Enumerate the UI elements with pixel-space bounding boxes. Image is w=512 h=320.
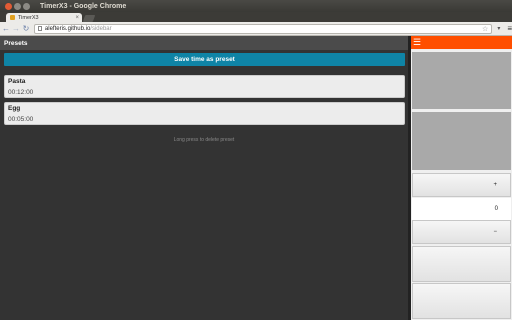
tab-strip: TimerX3 × — [0, 12, 512, 22]
new-tab-button[interactable] — [82, 15, 96, 22]
tab-close-icon[interactable]: × — [75, 15, 79, 21]
display-block — [412, 52, 511, 109]
increment-button[interactable]: + — [412, 173, 511, 197]
action-button[interactable] — [412, 246, 511, 282]
panel-header: ☰ — [411, 36, 512, 49]
minimize-window-button[interactable] — [14, 2, 21, 10]
browser-toolbar: ← → ↻ alefteris.github.io /sidebar ☆ ▾ ≡ — [0, 22, 512, 36]
display-block — [412, 112, 511, 170]
window-titlebar: TimerX3 - Google Chrome — [0, 0, 512, 12]
plus-label: + — [493, 182, 497, 188]
value-display: 0 — [412, 198, 511, 220]
hamburger-menu-icon[interactable]: ☰ — [413, 38, 421, 47]
delete-hint: Long press to delete preset — [173, 137, 235, 143]
minus-label: − — [493, 229, 497, 235]
reload-icon[interactable]: ↻ — [22, 24, 30, 33]
window-title: TimerX3 - Google Chrome — [40, 2, 127, 10]
bookmark-star-icon[interactable]: ☆ — [482, 25, 488, 33]
save-preset-button[interactable]: Save time as preset — [4, 53, 405, 66]
presets-sidebar: Presets Save time as preset Pasta 00:12:… — [0, 36, 408, 320]
page-icon — [37, 26, 42, 31]
chrome-menu-icon[interactable]: ≡ — [507, 24, 512, 33]
sidebar-header: Presets — [0, 36, 408, 50]
url-host: alefteris.github.io — [44, 25, 91, 32]
decrement-button[interactable]: − — [412, 220, 511, 244]
close-window-button[interactable] — [5, 2, 12, 10]
app-content: Presets Save time as preset Pasta 00:12:… — [0, 36, 512, 320]
favicon-icon — [10, 15, 15, 20]
preset-name: Pasta — [8, 78, 26, 85]
forward-icon[interactable]: → — [12, 24, 20, 33]
extension-dropdown-icon[interactable]: ▾ — [497, 25, 500, 32]
tab-title: TimerX3 — [18, 14, 39, 21]
maximize-window-button[interactable] — [23, 2, 30, 10]
preset-item[interactable]: Egg 00:05:00 — [4, 102, 405, 125]
sidebar-title: Presets — [4, 39, 28, 47]
browser-tab[interactable]: TimerX3 × — [6, 13, 82, 22]
url-path: /sidebar — [90, 25, 112, 32]
preset-item[interactable]: Pasta 00:12:00 — [4, 75, 405, 98]
window-controls — [0, 2, 30, 10]
preset-time: 00:05:00 — [8, 116, 34, 123]
back-icon[interactable]: ← — [2, 24, 10, 33]
value-text: 0 — [494, 206, 498, 212]
action-button[interactable] — [412, 283, 511, 319]
preset-time: 00:12:00 — [8, 89, 34, 96]
address-bar[interactable]: alefteris.github.io /sidebar ☆ — [33, 23, 493, 34]
preset-name: Egg — [8, 105, 21, 112]
timer-panel: ☰ + 0 − — [411, 36, 512, 320]
